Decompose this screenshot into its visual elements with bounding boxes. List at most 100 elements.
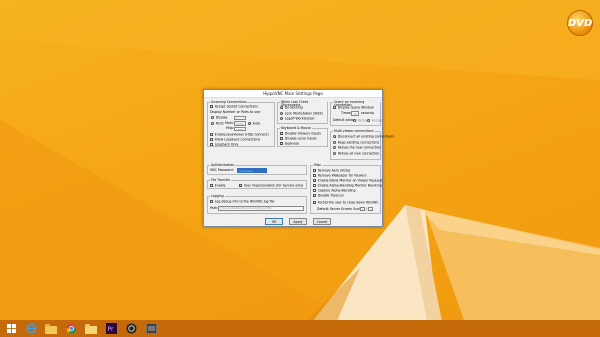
main-port-label: Main: (225, 120, 234, 125)
obs-icon[interactable] (122, 322, 140, 336)
ports-radio[interactable]: Ports (211, 121, 224, 126)
radio-icon (280, 117, 284, 121)
checkbox-icon (210, 184, 214, 188)
checkbox-icon (333, 106, 337, 110)
refuse-new-radio[interactable]: Refuse the new connection (333, 146, 381, 150)
checkbox-icon (210, 132, 214, 136)
radio-selected-icon (248, 121, 252, 125)
checkbox-icon (313, 184, 317, 188)
premiere-pro-icon[interactable]: Pr (102, 322, 120, 336)
auth-title: Authentication (210, 162, 236, 168)
accept-socket-checkbox[interactable]: ✓Accept Socket Connections (210, 105, 258, 109)
radio-icon (211, 116, 215, 120)
lock-workstation-label: Lock Workstation (W2K) (284, 111, 323, 116)
misc-title: Misc. (313, 162, 324, 168)
display-query-label: Display Query Window (337, 105, 374, 110)
internet-explorer-icon[interactable] (22, 322, 40, 336)
check-icon: ✓ (239, 184, 243, 188)
do-nothing-label: Do Nothing (284, 105, 303, 110)
dialog-title: HippoVNC Main Settings Page (204, 90, 382, 98)
http-port-field[interactable]: 5800 (234, 126, 246, 131)
ok-button[interactable]: OK (265, 218, 283, 225)
apply-button[interactable]: Apply (289, 218, 307, 225)
auto-radio[interactable]: Auto (248, 121, 261, 126)
accept-socket-label: Accept Socket Connections (214, 104, 258, 109)
disconnect-existing-radio[interactable]: Disconnect all existing connections (333, 135, 394, 139)
refuse-all-label: Refuse all new connection (337, 151, 380, 156)
keep-existing-radio[interactable]: Keep existing connections (333, 140, 380, 145)
do-nothing-radio[interactable]: Do Nothing (280, 106, 303, 110)
taskbar: Pr (0, 320, 600, 337)
checkbox-icon (280, 132, 284, 136)
file-transfer-enable-checkbox[interactable]: Enable (210, 184, 226, 188)
lock-workstation-radio[interactable]: Lock Workstation (W2K) (280, 111, 323, 116)
file-transfer-enable-label: Enable (214, 183, 226, 188)
checkbox-icon (313, 169, 317, 173)
checkbox-icon (280, 142, 284, 146)
scale-numerator-field[interactable]: 1 (360, 206, 365, 211)
check-icon: ✓ (210, 105, 214, 109)
forbid-close-checkbox[interactable]: Forbid the user to close down WinVNC (313, 201, 379, 205)
log-path-field[interactable]: C:\Users\Desktop\Downloads\HippoVNC (218, 206, 304, 211)
logging-title: Logging (210, 193, 225, 199)
timeout-field[interactable]: 10 (351, 111, 359, 116)
display-radio[interactable]: Display (211, 116, 227, 120)
disable-viewers-label: Disable Viewers inputs (284, 131, 321, 136)
radio-icon (211, 121, 215, 125)
windows-start-icon[interactable] (2, 322, 20, 336)
japanese-checkbox[interactable]: Japanese (280, 142, 299, 146)
accept-radio[interactable]: Accept (367, 118, 383, 123)
radio-icon (353, 118, 357, 122)
refuse-new-label: Refuse the new connection (337, 145, 381, 150)
checkbox-icon (280, 137, 284, 141)
log-debug-checkbox[interactable]: Log debug info to the WinVNC.log file (210, 200, 274, 204)
svg-text:Pr: Pr (107, 326, 114, 333)
file-explorer-icon[interactable] (42, 322, 60, 336)
checkbox-icon (210, 137, 214, 141)
remove-wallpaper-label: Remove Wallpaper for Viewers (317, 173, 367, 178)
scale-denominator-field[interactable]: 1 (368, 206, 373, 211)
checkbox-icon (313, 174, 317, 178)
radio-icon (367, 118, 371, 122)
folder-icon[interactable] (82, 322, 100, 336)
disable-trayicon-label: Disable TrayIcon (317, 193, 344, 198)
http-port-label: Http: (226, 126, 234, 130)
checkbox-icon (313, 189, 317, 193)
logoff-workstation-radio[interactable]: Logoff Workstation (280, 117, 315, 121)
disable-trayicon-checkbox[interactable]: Disable TrayIcon (313, 194, 344, 198)
auto-label: Auto (252, 121, 261, 126)
vnc-password-label: VNC Password: (210, 168, 234, 172)
user-impersonation-label: User impersonation (for Service only) (243, 183, 304, 188)
main-port-field[interactable]: 5900 (234, 121, 246, 126)
refuse-all-radio[interactable]: Refuse all new connection (333, 151, 380, 156)
capture-alpha-label: Capture Alpha-Blending (317, 188, 356, 193)
enable-alpha-blending-label: Enable Alpha-Blending Monitor Blanking (317, 183, 382, 188)
keyboard-title: Keyboard & Mouse (280, 125, 312, 131)
radio-icon (333, 140, 337, 144)
keep-existing-label: Keep existing connections (337, 140, 380, 145)
cancel-button[interactable]: Cancel (313, 218, 331, 225)
display-query-window-checkbox[interactable]: Display Query Window (333, 106, 374, 110)
display-label: Display (215, 115, 228, 120)
enable-javaviewer-label: Enable JavaViewer (Http Connect) (214, 132, 269, 137)
radio-selected-icon (280, 106, 284, 110)
ports-label: Ports (215, 121, 224, 126)
radio-selected-icon (333, 135, 337, 139)
radio-icon (333, 151, 337, 155)
radio-icon (333, 146, 337, 150)
remove-aero-label: Remove Aero (Vista) (317, 168, 351, 173)
radio-icon (280, 111, 284, 115)
display-number-field[interactable]: 0 (234, 115, 246, 120)
vnc-password-field[interactable]: •••••••• (237, 168, 267, 173)
chrome-icon[interactable] (62, 322, 80, 336)
default-scale-label: Default Server Screen Scale: (317, 206, 363, 211)
user-impersonation-checkbox[interactable]: ✓User impersonation (for Service only) (239, 184, 303, 188)
desktop-logo: DVD (567, 10, 593, 36)
loopback-only-checkbox[interactable]: Loopback Only (210, 142, 238, 147)
filetransfer-title: File Transfer (210, 177, 232, 183)
enable-blank-monitor-label: Enable Blank Monitor on Viewer Request (317, 178, 383, 183)
logoff-workstation-label: Logoff Workstation (284, 116, 315, 121)
app-window-icon[interactable] (142, 322, 160, 336)
multi-title: Multi viewer connections (333, 128, 375, 134)
checkbox-icon (313, 194, 317, 198)
